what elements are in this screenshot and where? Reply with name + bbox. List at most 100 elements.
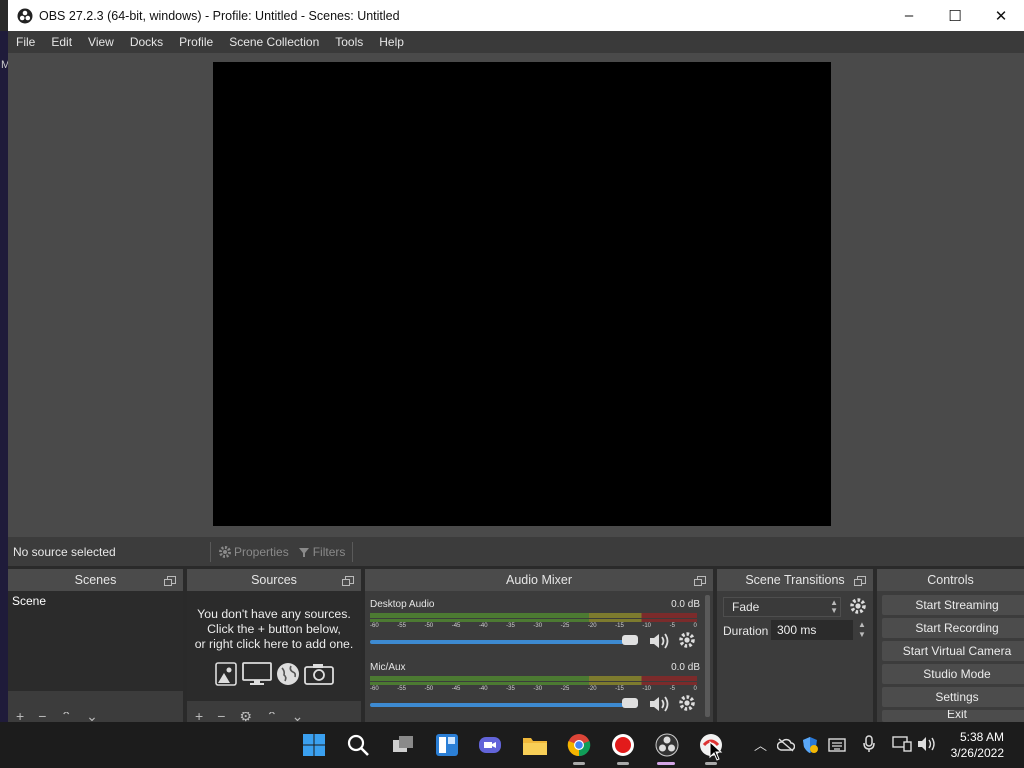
speaker-icon[interactable]: [648, 631, 672, 651]
source-toolbar: No source selected Properties Filters: [8, 537, 1024, 566]
start-virtual-camera-button[interactable]: Start Virtual Camera: [882, 641, 1024, 661]
speaker-icon[interactable]: [648, 694, 672, 714]
maximize-button[interactable]: ☐: [932, 0, 978, 31]
keyboard-icon[interactable]: [828, 738, 846, 752]
remove-icon[interactable]: −: [217, 712, 225, 722]
sources-empty-line2: Click the + button below,: [207, 622, 341, 636]
running-indicator: [617, 762, 629, 765]
add-icon[interactable]: +: [16, 712, 24, 722]
filters-button[interactable]: Filters: [293, 541, 350, 563]
sources-dock: Sources You don't have any sources. Clic…: [187, 569, 361, 722]
volume-slider[interactable]: [370, 703, 638, 707]
scenes-dock: Scenes Scene + − ⌃ ⌄: [8, 569, 183, 722]
menu-docks[interactable]: Docks: [122, 31, 171, 53]
scene-transitions-header: Scene Transitions: [717, 569, 873, 591]
scene-list: Scene: [8, 591, 183, 691]
duration-input[interactable]: 300 ms: [771, 620, 853, 640]
running-indicator: [705, 762, 717, 765]
properties-button[interactable]: Properties: [214, 541, 293, 563]
sources-list[interactable]: You don't have any sources. Click the + …: [187, 591, 361, 701]
float-dock-icon[interactable]: [694, 576, 706, 586]
menu-edit[interactable]: Edit: [43, 31, 80, 53]
gear-icon[interactable]: ⚙: [239, 712, 252, 722]
gear-icon[interactable]: [849, 597, 867, 615]
audio-mixer-header: Audio Mixer: [365, 569, 713, 591]
recorder-icon[interactable]: [610, 732, 636, 758]
teams-chat-icon[interactable]: [477, 732, 503, 758]
system-clock[interactable]: 5:38 AM 3/26/2022: [951, 729, 1004, 761]
preview-canvas[interactable]: [213, 62, 831, 526]
window-title: OBS 27.2.3 (64-bit, windows) - Profile: …: [39, 8, 400, 23]
float-dock-icon[interactable]: [164, 576, 176, 586]
gear-icon: [219, 545, 231, 558]
transition-select[interactable]: Fade ▲ ▼: [723, 597, 841, 617]
menu-file[interactable]: File: [8, 31, 43, 53]
menu-help[interactable]: Help: [371, 31, 412, 53]
volume-meter: [370, 619, 697, 622]
channel-name: Desktop Audio: [370, 599, 435, 610]
scenes-dock-header: Scenes: [8, 569, 183, 591]
meter-ticks: -60 -55 -50 -45 -40 -35 -30 -25 -20 -15 -10 -5 0: [370, 686, 697, 692]
camera-icon: [304, 664, 334, 685]
volume-slider-handle[interactable]: [622, 635, 638, 645]
menu-tools[interactable]: Tools: [327, 31, 371, 53]
divider: [210, 541, 211, 562]
float-dock-icon[interactable]: [342, 576, 354, 586]
scenes-toolbar: + − ⌃ ⌄: [8, 712, 183, 722]
taskbar: ︿ 5:38 AM 3/26/2022: [0, 722, 1024, 768]
mixer-channel-mic-aux: Mic/Aux 0.0 dB -60 -55 -50 -45 -40 -35 -30 -25-…: [370, 660, 700, 720]
scene-item[interactable]: Scene: [8, 591, 183, 611]
scenes-title: Scenes: [74, 573, 117, 587]
move-down-icon[interactable]: ⌄: [86, 712, 98, 722]
shield-icon[interactable]: [802, 736, 818, 754]
volume-icon[interactable]: [917, 736, 937, 752]
scene-transitions-title: Scene Transitions: [745, 573, 845, 587]
microphone-icon[interactable]: [862, 735, 876, 753]
obs-logo-icon: [17, 8, 33, 23]
mixer-scrollbar[interactable]: [705, 595, 710, 717]
duration-spinner[interactable]: ▲ ▼: [855, 620, 869, 640]
move-up-icon[interactable]: ⌃: [266, 712, 278, 722]
volume-slider[interactable]: [370, 640, 638, 644]
task-view-icon[interactable]: [390, 732, 416, 758]
sources-toolbar: + − ⚙ ⌃ ⌄: [187, 712, 361, 722]
search-icon[interactable]: [345, 732, 371, 758]
move-up-icon[interactable]: ⌃: [60, 712, 72, 722]
add-icon[interactable]: +: [195, 712, 203, 722]
cloud-icon[interactable]: [777, 738, 795, 752]
chrome-icon[interactable]: [566, 732, 592, 758]
file-explorer-icon[interactable]: [522, 732, 548, 758]
active-indicator: [657, 762, 675, 765]
move-down-icon[interactable]: ⌄: [292, 712, 304, 722]
close-button[interactable]: ✕: [978, 0, 1024, 31]
audio-mixer-body: Desktop Audio 0.0 dB -60 -55 -50 -45 -40 -35-…: [365, 591, 713, 722]
chevron-up-icon[interactable]: ︿: [754, 735, 767, 754]
start-recording-button[interactable]: Start Recording: [882, 618, 1024, 638]
desktop-background: M: [0, 31, 10, 722]
gear-icon[interactable]: [678, 694, 696, 712]
network-icon[interactable]: [892, 736, 912, 752]
start-streaming-button[interactable]: Start Streaming: [882, 595, 1024, 615]
widgets-icon[interactable]: [434, 732, 460, 758]
obs-taskbar-icon[interactable]: [654, 732, 680, 758]
running-indicator: [573, 762, 585, 765]
float-dock-icon[interactable]: [854, 576, 866, 586]
clock-time: 5:38 AM: [959, 730, 1004, 744]
settings-button[interactable]: Settings: [882, 687, 1024, 707]
clock-date: 3/26/2022: [950, 746, 1004, 760]
menu-profile[interactable]: Profile: [171, 31, 221, 53]
scene-transitions-body: Fade ▲ ▼ Duration 300 ms ▲ ▼: [717, 591, 873, 722]
studio-mode-button[interactable]: Studio Mode: [882, 664, 1024, 684]
mixer-channel-desktop-audio: Desktop Audio 0.0 dB -60 -55 -50 -45 -40 -35-…: [370, 597, 700, 657]
sources-empty-line1: You don't have any sources.: [197, 607, 351, 621]
volume-slider-handle[interactable]: [622, 698, 638, 708]
minimize-button[interactable]: –: [886, 0, 932, 31]
volume-meter: [370, 682, 697, 685]
menu-view[interactable]: View: [80, 31, 122, 53]
audio-mixer-title: Audio Mixer: [506, 573, 572, 587]
windows-start-icon[interactable]: [301, 732, 327, 758]
menu-scene-collection[interactable]: Scene Collection: [221, 31, 327, 53]
exit-button[interactable]: Exit: [882, 710, 1024, 722]
remove-icon[interactable]: −: [38, 712, 46, 722]
gear-icon[interactable]: [678, 631, 696, 649]
